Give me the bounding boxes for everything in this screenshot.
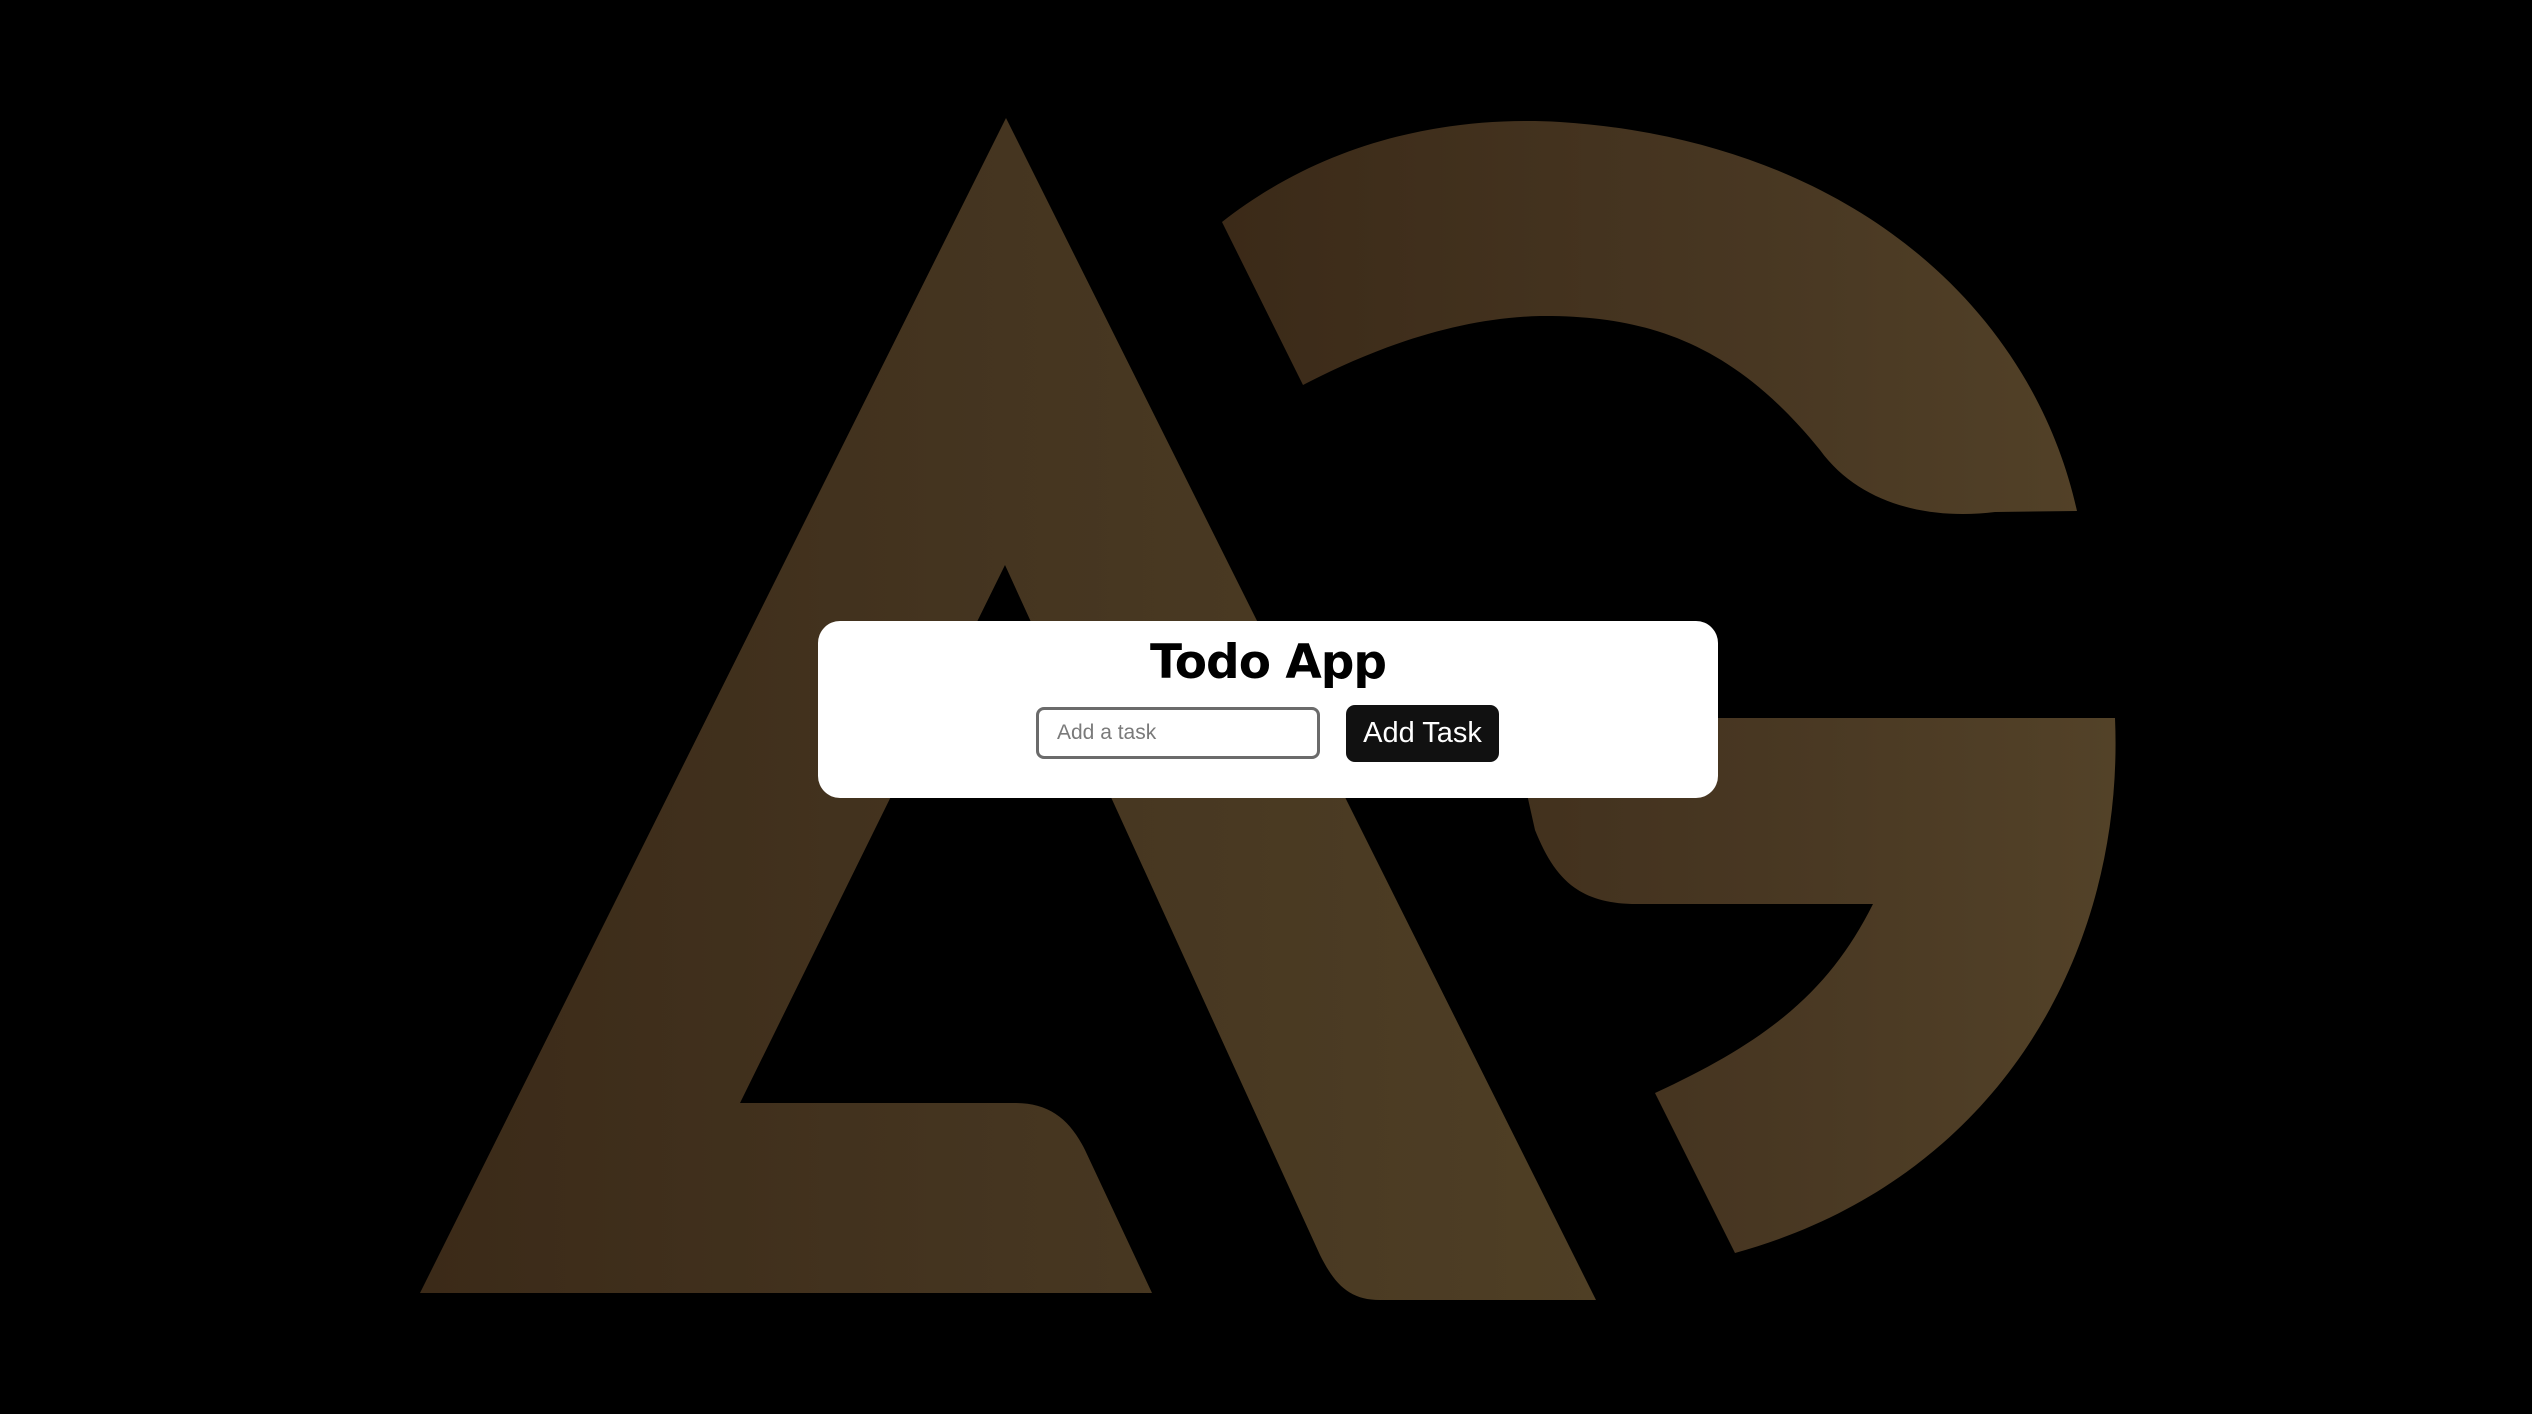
- task-input[interactable]: [1036, 707, 1320, 759]
- add-task-button[interactable]: Add Task: [1346, 705, 1499, 762]
- todo-card: Todo App Add Task: [818, 621, 1718, 798]
- page-title: Todo App: [1149, 635, 1387, 690]
- page: Todo App Add Task: [0, 0, 2532, 1414]
